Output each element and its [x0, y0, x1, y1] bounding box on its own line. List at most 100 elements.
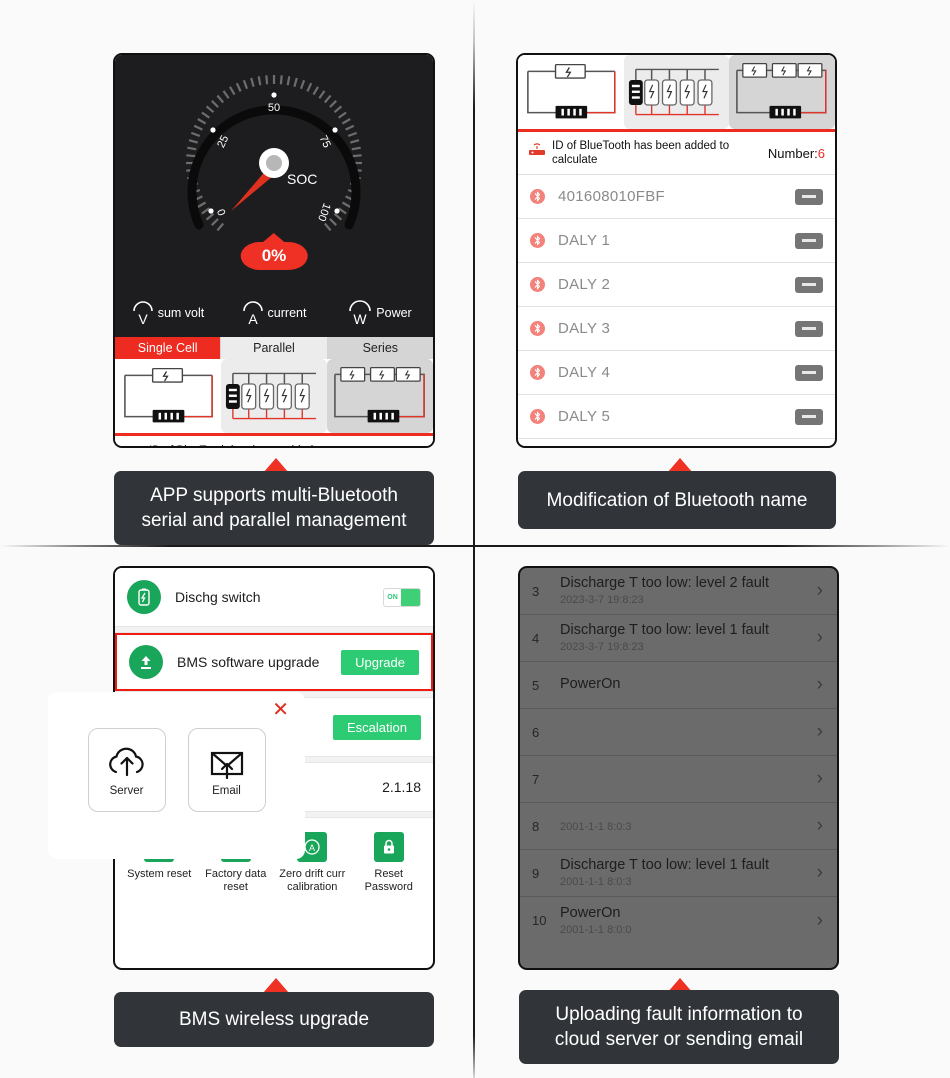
device-name: 401608010FBF	[558, 188, 666, 205]
setting-label-dischg-switch: Dischg switch	[175, 589, 261, 605]
list-item[interactable]: DALY 4	[518, 351, 835, 395]
upgrade-button[interactable]: Upgrade	[341, 649, 419, 675]
setting-row-dischg-switch[interactable]: Dischg switch ON	[115, 568, 433, 626]
escalation-button[interactable]: Escalation	[333, 714, 421, 740]
device-name: DALY 3	[558, 320, 611, 337]
toggle-knob	[401, 588, 420, 606]
upload-target-dialog: ✕ Server Email	[48, 692, 305, 859]
fault-time: 2001-1-1 8:0:3	[560, 820, 632, 833]
fault-title: Discharge T too low: level 1 fault	[560, 857, 770, 873]
bluetooth-status-message: ID of BlueTooth has been added to calcul…	[125, 444, 366, 449]
dischg-switch-toggle[interactable]: ON	[383, 587, 421, 607]
upload-option-label-server: Server	[109, 784, 144, 797]
list-item[interactable]: DALY 5	[518, 395, 835, 439]
remove-device-button[interactable]	[795, 364, 823, 381]
bluetooth-status-text: ID of BlueTooth has been added to calcul…	[149, 445, 326, 447]
action-label-reset-password: Reset Password	[364, 868, 413, 893]
chevron-right-icon[interactable]: ›	[817, 910, 829, 932]
remove-device-button[interactable]	[795, 276, 823, 293]
tab-series[interactable]: Series	[327, 337, 433, 359]
chevron-right-icon[interactable]: ›	[817, 815, 829, 837]
toggle-state-label: ON	[387, 593, 398, 601]
fault-title: Discharge T too low: level 1 fault	[560, 622, 770, 638]
list-item[interactable]: DALY 3	[518, 307, 835, 351]
row-index: 3	[532, 583, 540, 599]
action-reset-password[interactable]: Reset Password	[351, 832, 428, 894]
bluetooth-status-footer-gauge: ID of BlueTooth has been added to calcul…	[115, 436, 433, 449]
list-item[interactable]: 401608010FBF	[518, 175, 835, 219]
upload-option-server[interactable]: Server	[87, 728, 166, 812]
bluetooth-icon	[530, 189, 545, 204]
table-row[interactable]: 4 Discharge T too low: level 1 fault 202…	[520, 615, 837, 662]
table-row[interactable]: 8 2001-1-1 8:0:3 ›	[520, 803, 837, 850]
remove-device-button[interactable]	[795, 232, 823, 249]
series-circuit-icon-2	[736, 63, 827, 119]
device-name: DALY 5	[558, 408, 611, 425]
upload-circle-icon	[129, 645, 163, 679]
setting-row-bms-software-upgrade[interactable]: BMS software upgrade Upgrade	[115, 633, 433, 691]
table-row[interactable]: 7 ›	[520, 756, 837, 803]
fault-title: PowerOn	[560, 676, 621, 692]
vertical-divider	[473, 0, 475, 1078]
chevron-right-icon[interactable]: ›	[817, 721, 829, 743]
caption-faultlog: Uploading fault information to cloud ser…	[519, 990, 839, 1064]
bluetooth-device-list: 401608010FBF DALY 1 DALY 2 DALY 3 DALY 4	[518, 175, 835, 439]
list-item[interactable]: DALY 2	[518, 263, 835, 307]
table-row[interactable]: 10 PowerOn 2001-1-1 8:0:0 ›	[520, 897, 837, 944]
list-item[interactable]: DALY 1	[518, 219, 835, 263]
meter-label-power: Power	[376, 306, 412, 320]
chevron-right-icon[interactable]: ›	[817, 580, 829, 602]
setting-label-bms-software-upgrade: BMS software upgrade	[177, 654, 320, 670]
remove-device-button[interactable]	[795, 320, 823, 337]
chevron-right-icon[interactable]: ›	[817, 768, 829, 790]
remove-device-button[interactable]	[795, 188, 823, 205]
upload-option-email[interactable]: Email	[187, 728, 266, 812]
fault-time: 2023-3-7 19:8:23	[560, 594, 644, 606]
bluetooth-icon	[530, 233, 545, 248]
caption-settings: BMS wireless upgrade	[114, 992, 434, 1047]
device-name: DALY 1	[558, 232, 611, 249]
svg-text:W: W	[354, 311, 368, 325]
diagram-single-cell-2	[518, 55, 624, 129]
chevron-right-icon[interactable]: ›	[817, 862, 829, 884]
circuit-diagrams-bluetooth	[518, 55, 835, 132]
battery-bolt-icon	[127, 580, 161, 614]
bluetooth-icon	[530, 365, 545, 380]
firmware-version-value: 2.1.18	[382, 779, 421, 795]
table-row[interactable]: 3 Discharge T too low: level 2 fault 202…	[520, 568, 837, 615]
row-index: 5	[532, 677, 540, 693]
device-name: DALY 2	[558, 276, 611, 293]
caption-gauge-line1: APP supports multi-Bluetooth	[150, 485, 398, 506]
table-row[interactable]: 9 Discharge T too low: level 1 fault 200…	[520, 850, 837, 897]
bluetooth-status-footer-list: ID of BlueTooth has been added to calcul…	[518, 132, 835, 175]
caption-faultlog-line1: Uploading fault information to	[555, 1004, 803, 1025]
number-value-2: 6	[817, 145, 825, 161]
fault-log-list: 3 Discharge T too low: level 2 fault 202…	[520, 568, 837, 944]
bluetooth-icon	[530, 277, 545, 292]
bluetooth-icon	[530, 321, 545, 336]
chevron-right-icon[interactable]: ›	[817, 627, 829, 649]
action-label-system-reset: System reset	[127, 868, 192, 880]
row-index: 9	[532, 865, 540, 881]
close-icon[interactable]: ✕	[272, 700, 289, 720]
series-circuit-icon	[334, 367, 425, 423]
row-index: 6	[532, 724, 540, 740]
fault-title: Discharge T too low: level 2 fault	[560, 575, 770, 591]
meter-power: W Power	[327, 299, 433, 325]
router-icon	[125, 447, 143, 449]
diagram-parallel-2	[623, 55, 730, 129]
remove-device-button[interactable]	[795, 408, 823, 425]
chevron-right-icon[interactable]: ›	[817, 674, 829, 696]
table-row[interactable]: 6 ›	[520, 709, 837, 756]
horizontal-divider	[0, 545, 950, 547]
row-index: 4	[532, 630, 540, 646]
upload-option-label-email: Email	[212, 784, 241, 797]
fault-time: 2001-1-1 8:0:3	[560, 876, 632, 888]
watt-symbol-icon: W	[349, 300, 372, 325]
table-row[interactable]: 5 PowerOn ›	[520, 662, 837, 709]
number-label-2: Number:	[767, 145, 818, 161]
bluetooth-number-counter-2: Number:6	[768, 146, 825, 161]
upload-options: Server Email	[48, 692, 305, 812]
action-label-factory-data-reset: Factory data reset	[205, 868, 267, 893]
email-upload-icon	[210, 751, 243, 779]
